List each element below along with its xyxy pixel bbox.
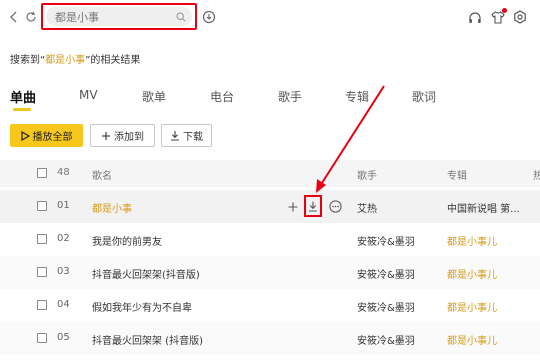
chevron-left-icon [10, 11, 17, 23]
more-icon[interactable] [328, 200, 342, 214]
row-album[interactable]: 都是小事儿 [447, 266, 497, 281]
search-bar[interactable] [46, 7, 192, 26]
play-icon [20, 130, 30, 141]
play-all-label: 播放全部 [32, 132, 73, 143]
row-album[interactable]: 都是小事儿 [447, 233, 497, 248]
download-icon [170, 130, 180, 141]
row-index: 05 [57, 332, 70, 343]
row-index: 02 [57, 233, 70, 244]
row-artist[interactable]: 安筱冷&墨羽 [357, 266, 415, 281]
search-highlight-box [41, 3, 197, 30]
add-to-label: 添加到 [114, 132, 144, 143]
table-header: 48 歌名 歌手 专辑 热 [0, 160, 540, 187]
skin-button[interactable] [490, 8, 507, 25]
row-checkbox[interactable] [37, 234, 47, 244]
row-album[interactable]: 中国新说唱 第... [447, 200, 537, 215]
summary-suffix: ”的相关结果 [85, 55, 141, 66]
table-row[interactable]: 02 我是你的前男友 安筱冷&墨羽 都是小事儿 [0, 223, 540, 256]
sound-recognition-icon [202, 10, 216, 24]
row-title[interactable]: 抖音最火回架架(抖音版) [92, 266, 200, 281]
row-album[interactable]: 都是小事儿 [447, 332, 497, 347]
search-input[interactable] [55, 10, 176, 23]
search-result-summary: 搜索到“都是小事”的相关结果 [10, 51, 140, 66]
settings-icon [514, 10, 526, 24]
add-to-button[interactable]: 添加到 [90, 124, 155, 147]
row-artist[interactable]: 艾热 [357, 200, 377, 215]
notification-dot [502, 8, 507, 13]
header-artist[interactable]: 歌手 [357, 167, 377, 182]
row-checkbox[interactable] [37, 333, 47, 343]
row-title[interactable]: 我是你的前男友 [92, 233, 162, 248]
tab-playlists[interactable]: 歌单 [142, 88, 166, 105]
table-row[interactable]: 05 抖音最火回架架 (抖音版) 安筱冷&墨羽 都是小事儿 [0, 322, 540, 355]
row-index: 04 [57, 299, 70, 310]
listen-button[interactable] [467, 9, 483, 25]
download-highlight-box [304, 195, 322, 217]
row-title[interactable]: 抖音最火回架架 (抖音版) [92, 332, 203, 347]
table-row[interactable]: 03 抖音最火回架架(抖音版) 安筱冷&墨羽 都是小事儿 [0, 256, 540, 289]
add-icon[interactable] [286, 200, 300, 214]
song-count: 48 [57, 167, 70, 178]
summary-prefix: 搜索到“ [10, 55, 46, 66]
tab-radio[interactable]: 电台 [210, 88, 234, 105]
settings-button[interactable] [512, 9, 528, 25]
row-album[interactable]: 都是小事儿 [447, 299, 497, 314]
result-tabs: 单曲 MV 歌单 电台 歌手 专辑 歌词 [0, 86, 540, 111]
download-label: 下载 [183, 132, 203, 143]
headphones-icon [469, 11, 481, 23]
row-artist[interactable]: 安筱冷&墨羽 [357, 299, 415, 314]
active-tab-indicator [13, 108, 31, 111]
header-title[interactable]: 歌名 [92, 167, 112, 182]
top-bar [0, 0, 540, 34]
download-button[interactable]: 下载 [161, 124, 212, 147]
row-index: 01 [57, 200, 70, 211]
tab-artists[interactable]: 歌手 [278, 88, 302, 105]
header-extra[interactable]: 热 [533, 167, 540, 182]
tab-mv[interactable]: MV [79, 88, 98, 102]
row-title[interactable]: 都是小事 [92, 200, 132, 215]
tab-songs[interactable]: 单曲 [10, 87, 36, 106]
table-row[interactable]: 04 假如我年少有为不自卑 安筱冷&墨羽 都是小事儿 [0, 289, 540, 322]
summary-keyword: 都是小事 [45, 55, 86, 66]
row-checkbox[interactable] [37, 201, 47, 211]
row-checkbox[interactable] [37, 300, 47, 310]
plus-icon [101, 131, 111, 141]
row-artist[interactable]: 安筱冷&墨羽 [357, 332, 415, 347]
refresh-icon [26, 11, 36, 22]
select-all-checkbox[interactable] [37, 168, 47, 178]
play-all-button[interactable]: 播放全部 [10, 124, 83, 147]
row-checkbox[interactable] [37, 267, 47, 277]
back-button[interactable] [6, 9, 22, 25]
row-index: 03 [57, 266, 70, 277]
row-artist[interactable]: 安筱冷&墨羽 [357, 233, 415, 248]
search-icon[interactable] [176, 11, 186, 22]
header-album[interactable]: 专辑 [447, 167, 467, 182]
tab-albums[interactable]: 专辑 [345, 88, 369, 105]
tab-lyrics[interactable]: 歌词 [412, 88, 436, 105]
refresh-button[interactable] [23, 9, 39, 25]
row-title[interactable]: 假如我年少有为不自卑 [92, 299, 192, 314]
table-row[interactable]: 01 都是小事 艾热 中国新说唱 第... [0, 190, 540, 223]
sound-recognition-button[interactable] [201, 9, 217, 25]
